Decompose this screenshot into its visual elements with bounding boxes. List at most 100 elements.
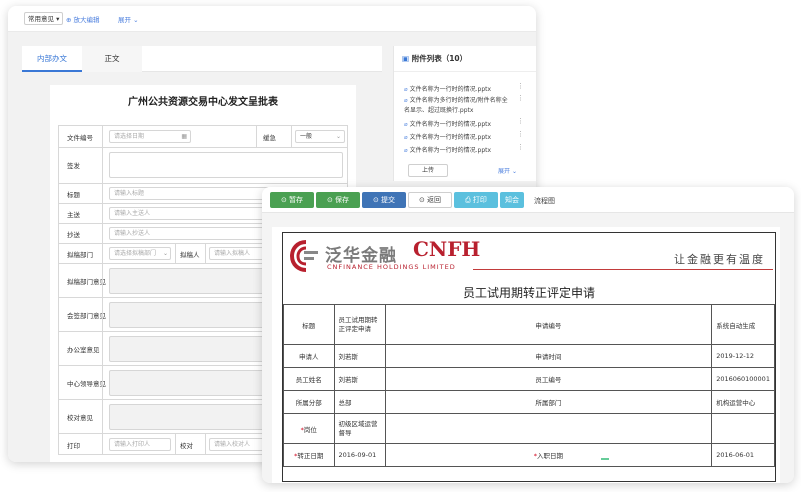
flowchart-link[interactable]: 流程图	[534, 196, 555, 206]
cell-value: 机构运营中心	[711, 390, 775, 414]
proofreader-input[interactable]: 请输入校对人	[209, 438, 269, 451]
attachment-item[interactable]: ⌀ 文件名称为一行时的情况.pptx	[404, 145, 491, 154]
upload-button[interactable]: 上传	[408, 164, 448, 177]
document-frame: 泛华金融 CNFH CNFINANCE HOLDINGS LIMITED 让金融…	[282, 232, 776, 482]
probation-form-window: ⊙ 暂存 ⊙ 保存 ⊙ 提交 ⊙ 返回 ⎙ 打印 知会 流程图 泛华金融 CNF…	[262, 187, 794, 483]
printer-icon: ⎙	[465, 196, 473, 204]
temp-save-button[interactable]: ⊙ 暂存	[270, 192, 314, 208]
printer-input[interactable]: 请输入打印人	[109, 438, 171, 451]
brand-name-en: CNFH	[413, 237, 481, 261]
attachment-panel: ▣ 附件列表（10） ⌀ 文件名称为一行时的情况.pptx ⋮ ⌀ 文件名称为多行时…	[393, 46, 536, 181]
notify-button[interactable]: 知会	[500, 192, 524, 208]
cell-value: 2016-06-01	[711, 443, 775, 467]
attachment-item[interactable]: ⌀ 文件名称为一行时的情况.pptx	[404, 84, 491, 93]
cell-value: 系统自动生成	[711, 304, 775, 345]
more-icon[interactable]: ⋮	[517, 117, 524, 125]
position-label: 岗位	[303, 425, 317, 434]
paperclip-icon: ⌀	[404, 147, 408, 154]
attachment-title: 附件列表（10）	[411, 54, 468, 63]
attachment-name: 文件名称为一行时的情况.pptx	[409, 86, 492, 93]
proof-label: 校对	[180, 442, 193, 450]
cell-label: 申请人	[283, 344, 335, 368]
cell-label: 所属分部	[283, 390, 335, 414]
attachment-name: 文件名称为一行时的情况.pptx	[409, 134, 492, 141]
cell-label: 申请编号	[384, 304, 713, 345]
print-label: 打印	[67, 442, 80, 450]
common-opinion-select[interactable]: 常用意见 ▾	[24, 12, 64, 25]
more-icon[interactable]: ⋮	[517, 143, 524, 151]
table-row: *转正日期 2016-09-01 *入职日期 2016-06-01	[283, 443, 775, 467]
header-divider	[473, 269, 773, 270]
scroll-indicator	[601, 458, 609, 460]
document-title: 员工试用期转正评定申请	[462, 286, 595, 300]
zoom-icon: ⊕	[66, 16, 72, 24]
calendar-icon: ▦	[181, 133, 187, 140]
table-row: 员工姓名 刘若斯 员工编号 2016060100001	[283, 367, 775, 391]
cell-value: 2019-12-12	[711, 344, 775, 368]
application-table: 标题 员工试用期转正评定申请 申请编号 系统自动生成 申请人 刘若斯 申请时间 …	[283, 304, 775, 467]
cell-value: 员工试用期转正评定申请	[333, 304, 386, 345]
tab-bar: 内部办文 正文	[22, 46, 382, 72]
attachment-item[interactable]: ⌀ 文件名称为多行时的情况/附件名称全名显示、超过既换行.pptx	[404, 96, 508, 116]
back-label: 返回	[427, 196, 442, 204]
cell-empty	[384, 413, 713, 444]
hire-date-label: 入职日期	[536, 452, 563, 460]
toolbar: 常用意见 ▾ ⊕ 放大编辑 展开 ⌄	[8, 6, 536, 32]
brand-subtitle: CNFINANCE HOLDINGS LIMITED	[327, 263, 456, 271]
attachment-item[interactable]: ⌀ 文件名称为一行时的情况.pptx	[404, 132, 491, 141]
expand-label: 展开	[118, 16, 131, 24]
cell-value: 初级区域运营督导	[333, 413, 386, 444]
chevron-down-icon: ⌄	[162, 250, 168, 257]
issue-textarea[interactable]	[109, 152, 343, 178]
submit-button[interactable]: ⊙ 提交	[362, 192, 406, 208]
expand-link[interactable]: 展开 ⌄	[118, 14, 139, 24]
table-row: 申请人 刘若斯 申请时间 2019-12-12	[283, 344, 775, 368]
attachment-expand-link[interactable]: 展开 ⌄	[498, 166, 517, 175]
issue-label: 签发	[67, 162, 80, 170]
cell-label: 员工编号	[384, 367, 713, 391]
brand-logo-icon	[289, 240, 318, 272]
office-opinion-label: 办公室意见	[67, 346, 100, 354]
row-doc-no: 文件编号 请选择日期 ▦ 缓急 一般 ⌄	[58, 125, 348, 147]
zoom-edit-link[interactable]: ⊕ 放大编辑	[66, 14, 100, 24]
dept-opinion-label: 拟稿部门意见	[67, 278, 106, 286]
attachment-item[interactable]: ⌀ 文件名称为一行时的情况.pptx	[404, 119, 491, 128]
urgency-select[interactable]: 一般 ⌄	[295, 130, 345, 143]
save-button[interactable]: ⊙ 保存	[316, 192, 360, 208]
drafter-label: 拟稿人	[180, 251, 200, 259]
print-button[interactable]: ⎙ 打印	[454, 192, 498, 208]
doc-no-placeholder: 请选择日期	[114, 133, 145, 140]
save-icon: ⊙	[280, 196, 290, 204]
drafter-input[interactable]: 请输入拟稿人	[209, 247, 269, 260]
attachment-panel-header: ▣ 附件列表（10）	[394, 46, 536, 72]
form-title: 广州公共资源交易中心发文呈批表	[128, 97, 278, 108]
doc-no-input[interactable]: 请选择日期 ▦	[109, 130, 191, 143]
more-icon[interactable]: ⋮	[517, 130, 524, 138]
cell-empty	[711, 413, 775, 444]
proof-opinion-label: 校对意见	[67, 414, 93, 422]
attachment-name: 文件名称为一行时的情况.pptx	[409, 121, 492, 128]
cell-label: *岗位	[283, 413, 335, 444]
paperclip-icon: ⌀	[404, 121, 408, 128]
print-label: 打印	[472, 196, 487, 204]
row-issue: 签发	[58, 147, 348, 183]
more-icon[interactable]: ⋮	[517, 94, 524, 102]
save-label: 保存	[335, 196, 350, 204]
draft-dept-select[interactable]: 请选择拟稿部门 ⌄	[109, 247, 171, 260]
urgency-label: 缓急	[263, 134, 276, 142]
save-icon: ⊙	[326, 196, 336, 204]
sign-dept-opinion-label: 会签部门意见	[67, 312, 106, 320]
main-recipient-label: 主送	[67, 211, 80, 219]
back-button[interactable]: ⊙ 返回	[408, 192, 452, 208]
cell-value: 总部	[333, 390, 386, 414]
temp-save-label: 暂存	[289, 196, 304, 204]
cell-value: 2016-09-01	[333, 443, 386, 467]
brand-slogan: 让金融更有温度	[674, 253, 765, 266]
tab-internal[interactable]: 内部办文	[22, 46, 82, 72]
tab-body-text[interactable]: 正文	[82, 46, 142, 72]
subject-label: 标题	[67, 191, 80, 199]
chevron-down-icon: ⌄	[511, 168, 517, 175]
cell-label: 所属部门	[384, 390, 713, 414]
attachment-name: 文件名称为一行时的情况.pptx	[409, 147, 492, 154]
more-icon[interactable]: ⋮	[517, 82, 524, 90]
